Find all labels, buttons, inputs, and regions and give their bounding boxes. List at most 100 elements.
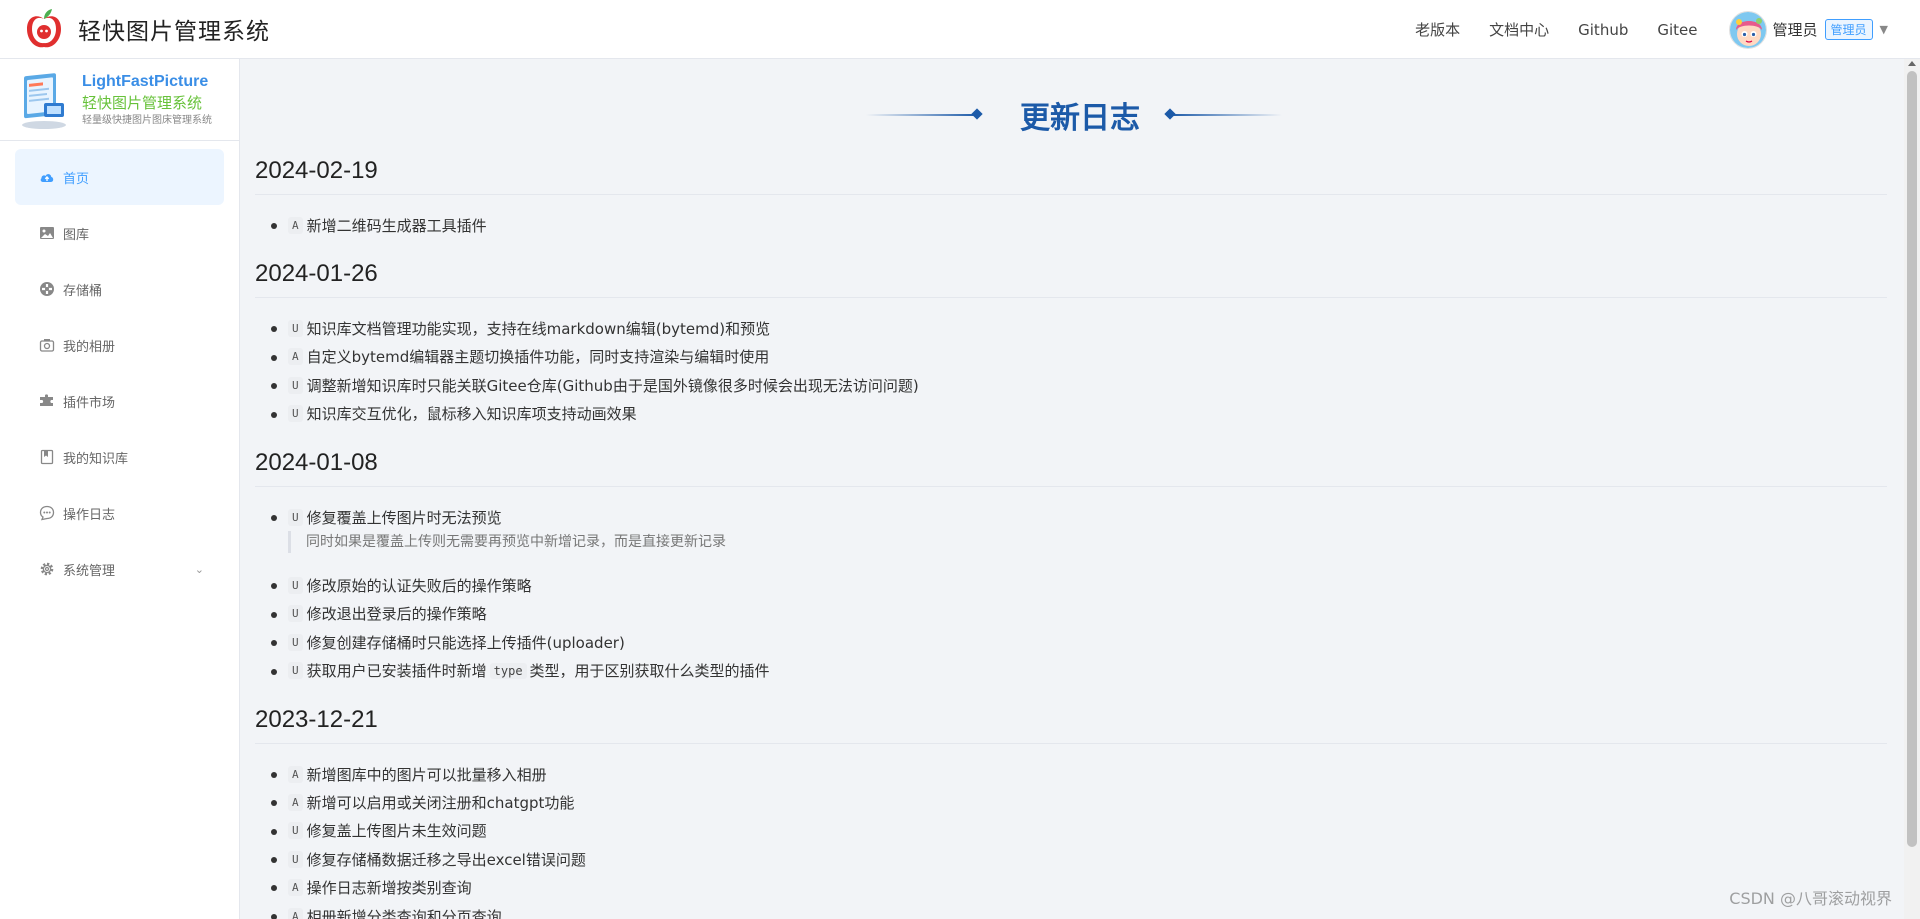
camera-icon bbox=[39, 337, 55, 353]
sidebar-item-bucket[interactable]: 存储桶 bbox=[15, 261, 224, 317]
section-date: 2024-01-26 bbox=[255, 257, 1887, 299]
role-badge: 管理员 bbox=[1824, 19, 1873, 40]
list-item: U 调整新增知识库时只能关联Gitee仓库(Github由于是国外镜像很多时候会出… bbox=[271, 371, 1887, 399]
bucket-icon bbox=[39, 281, 55, 297]
change-tag: U bbox=[288, 633, 303, 651]
change-tag: A bbox=[288, 907, 303, 919]
entry-text: 操作日志新增按类别查询 bbox=[306, 879, 472, 898]
entry-text: 调整新增知识库时只能关联Gitee仓库(Github由于是国外镜像很多时候会出现… bbox=[306, 376, 919, 395]
list-item: A 操作日志新增按类别查询 bbox=[271, 873, 1887, 901]
watermark: CSDN @八哥滚动视界 bbox=[1729, 889, 1892, 908]
list-item: A 新增可以启用或关闭注册和chatgpt功能 bbox=[271, 788, 1887, 816]
list-item: U 获取用户已安装插件时新增 type 类型，用于区别获取什么类型的插件 bbox=[271, 657, 1887, 685]
section-date: 2024-01-08 bbox=[255, 446, 1887, 487]
brand-name-cn: 轻快图片管理系统 bbox=[82, 93, 203, 112]
list-item: U 修改退出登录后的操作策略 bbox=[271, 600, 1887, 628]
entry-text: 修复创建存储桶时只能选择上传插件(uploader) bbox=[306, 633, 625, 652]
entry-list: U 知识库文档管理功能实现，支持在线markdown编辑(bytemd)和预览 A… bbox=[255, 314, 1887, 428]
entry-text: 知识库交互优化，鼠标移入知识库项支持动画效果 bbox=[306, 405, 637, 424]
top-header: 轻快图片管理系统 老版本 文档中心 Github Gitee 管理员 管理员 ▼ bbox=[0, 0, 1920, 59]
change-tag: U bbox=[288, 376, 303, 394]
sidebar-item-logs[interactable]: 操作日志 bbox=[15, 485, 224, 541]
page-header: 更新日志 bbox=[240, 93, 1920, 137]
entry-list: A 新增图库中的图片可以批量移入相册 A 新增可以启用或关闭注册和chatgpt功能… bbox=[255, 760, 1887, 919]
avatar[interactable] bbox=[1728, 10, 1767, 49]
change-tag: U bbox=[288, 405, 303, 423]
change-tag: U bbox=[288, 508, 303, 526]
brand-name-en: LightFastPicture bbox=[82, 73, 209, 91]
chevron-down-icon[interactable]: ⌄ bbox=[195, 563, 204, 576]
nav-gitee-link[interactable]: Gitee bbox=[1657, 21, 1697, 39]
user-name: 管理员 bbox=[1772, 21, 1818, 39]
entry-text: 自定义bytemd编辑器主题切换插件功能，同时支持渲染与编辑时使用 bbox=[306, 348, 770, 367]
scroll-up-arrow-icon[interactable] bbox=[1908, 61, 1916, 66]
entry-text: 修复覆盖上传图片时无法预览 bbox=[306, 508, 502, 527]
entry-text: 新增图库中的图片可以批量移入相册 bbox=[306, 765, 547, 784]
user-menu[interactable]: 管理员 管理员 ▼ bbox=[1728, 10, 1888, 49]
changelog-section: 2024-01-08 U 修复覆盖上传图片时无法预览 同时如果是覆盖上传则无需要再… bbox=[255, 446, 1887, 685]
apple-logo-icon bbox=[24, 7, 64, 51]
change-tag: A bbox=[288, 216, 303, 234]
vertical-scrollbar[interactable] bbox=[1904, 59, 1920, 919]
brand-tagline: 轻量级快捷图片图床管理系统 bbox=[82, 114, 212, 126]
change-tag: A bbox=[288, 348, 303, 366]
list-item: A 新增二维码生成器工具插件 bbox=[271, 211, 1887, 239]
change-tag: U bbox=[288, 822, 303, 840]
caret-down-icon[interactable]: ▼ bbox=[1880, 23, 1888, 36]
sidebar-item-label: 存储桶 bbox=[63, 283, 103, 299]
sidebar-item-home[interactable]: 首页 bbox=[15, 149, 224, 205]
list-item: A 相册新增分类查询和分页查询 bbox=[271, 902, 1887, 919]
list-item: U 修复覆盖上传图片时无法预览 bbox=[271, 503, 1887, 531]
entry-text: 修改退出登录后的操作策略 bbox=[306, 605, 487, 624]
section-date: 2023-12-21 bbox=[255, 703, 1887, 744]
sidebar-item-knowledge[interactable]: 我的知识库 bbox=[15, 429, 224, 485]
list-item: U 知识库交互优化，鼠标移入知识库项支持动画效果 bbox=[271, 400, 1887, 428]
main-content: 更新日志 2024-02-19 A 新增二维码生成器工具插件 2024-01-26… bbox=[240, 59, 1920, 919]
list-item: A 自定义bytemd编辑器主题切换插件功能，同时支持渲染与编辑时使用 bbox=[271, 343, 1887, 371]
change-tag: U bbox=[288, 850, 303, 868]
list-item: U 修复存储桶数据迁移之导出excel错误问题 bbox=[271, 845, 1887, 873]
sidebar-item-label: 我的知识库 bbox=[63, 451, 129, 467]
change-tag: U bbox=[288, 577, 303, 595]
entry-list: A 新增二维码生成器工具插件 bbox=[255, 211, 1887, 239]
scrollbar-thumb[interactable] bbox=[1907, 71, 1917, 847]
sidebar-item-label: 首页 bbox=[63, 171, 90, 187]
sidebar-item-album[interactable]: 我的相册 bbox=[15, 317, 224, 373]
sidebar-item-label: 系统管理 bbox=[63, 563, 116, 579]
changelog: 2024-02-19 A 新增二维码生成器工具插件 2024-01-26 U 知识库… bbox=[255, 154, 1887, 919]
sidebar-item-system[interactable]: 系统管理 ⌄ bbox=[15, 541, 224, 597]
change-tag: U bbox=[288, 605, 303, 623]
change-tag: A bbox=[288, 793, 303, 811]
sidebar-brand: LightFastPicture 轻快图片管理系统 轻量级快捷图片图床管理系统 bbox=[0, 59, 239, 141]
changelog-section: 2024-01-26 U 知识库文档管理功能实现，支持在线markdown编辑(b… bbox=[255, 257, 1887, 428]
entry-text: 相册新增分类查询和分页查询 bbox=[306, 907, 502, 919]
inline-code: type bbox=[489, 662, 527, 679]
nav-github-link[interactable]: Github bbox=[1578, 21, 1628, 39]
entry-text-before: 获取用户已安装插件时新增 bbox=[306, 662, 487, 681]
cloud-upload-icon bbox=[39, 169, 55, 185]
sidebar-item-label: 我的相册 bbox=[63, 339, 116, 355]
entry-list: U 修复覆盖上传图片时无法预览 同时如果是覆盖上传则无需要再预览中新增记录，而是直… bbox=[255, 503, 1887, 685]
gear-icon bbox=[39, 561, 55, 577]
brand-logo-icon bbox=[18, 69, 70, 131]
entry-text: 修复盖上传图片未生效问题 bbox=[306, 822, 487, 841]
change-tag: U bbox=[288, 320, 303, 338]
nav-old-version-link[interactable]: 老版本 bbox=[1415, 19, 1460, 40]
changelog-section: 2023-12-21 A 新增图库中的图片可以批量移入相册 A 新增可以启用或关闭注… bbox=[255, 703, 1887, 919]
entry-text: 新增二维码生成器工具插件 bbox=[306, 216, 487, 235]
page-title: 更新日志 bbox=[1020, 101, 1140, 136]
app-title: 轻快图片管理系统 bbox=[78, 19, 270, 45]
change-tag: A bbox=[288, 879, 303, 897]
sidebar-item-plugins[interactable]: 插件市场 bbox=[15, 373, 224, 429]
puzzle-icon bbox=[39, 393, 55, 409]
list-item: U 知识库文档管理功能实现，支持在线markdown编辑(bytemd)和预览 bbox=[271, 314, 1887, 342]
sidebar-item-gallery[interactable]: 图库 bbox=[15, 205, 224, 261]
entry-text: 新增可以启用或关闭注册和chatgpt功能 bbox=[306, 793, 575, 812]
section-date: 2024-02-19 bbox=[255, 154, 1887, 195]
sidebar-item-label: 图库 bbox=[63, 227, 90, 243]
entry-note: 同时如果是覆盖上传则无需要再预览中新增记录，而是直接更新记录 bbox=[288, 531, 1887, 554]
entry-text: 修改原始的认证失败后的操作策略 bbox=[306, 577, 532, 596]
nav-docs-link[interactable]: 文档中心 bbox=[1489, 19, 1549, 40]
list-item: U 修复创建存储桶时只能选择上传插件(uploader) bbox=[271, 628, 1887, 656]
list-item: U 修改原始的认证失败后的操作策略 bbox=[271, 571, 1887, 599]
